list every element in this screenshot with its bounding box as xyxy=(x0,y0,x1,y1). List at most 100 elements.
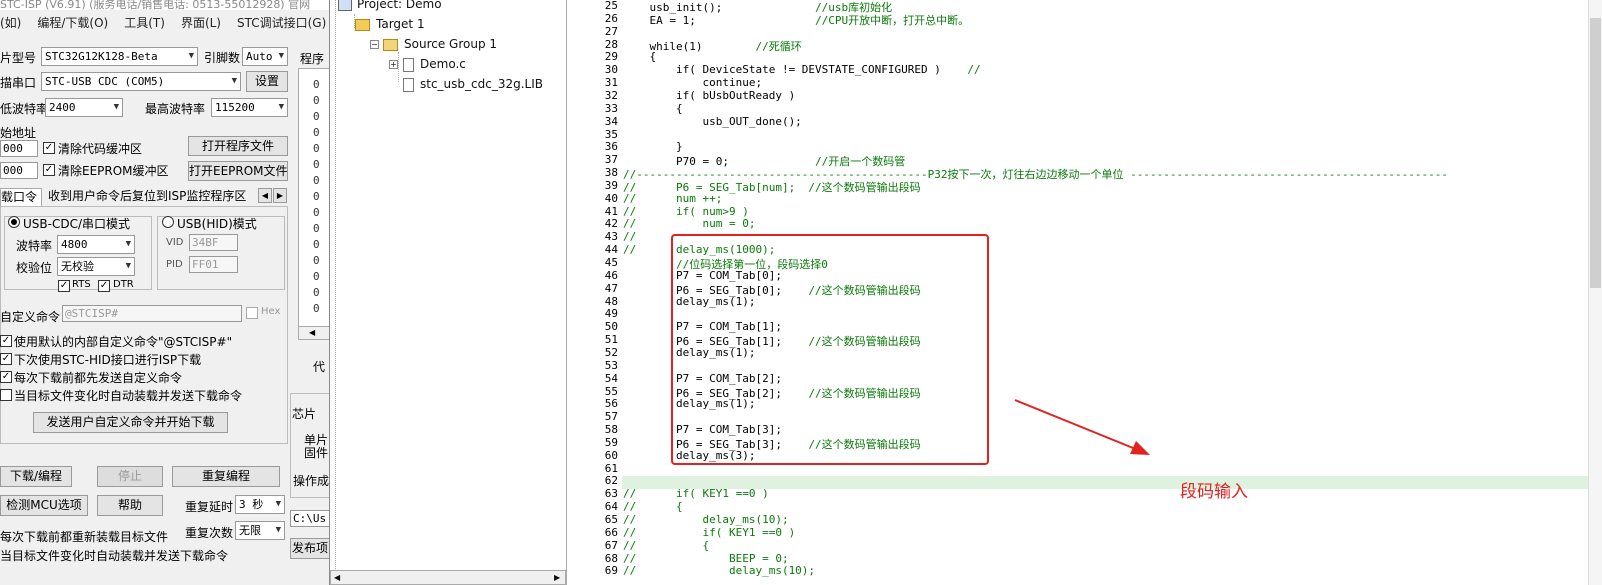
line-number: 36 xyxy=(604,140,618,154)
opt-send-cmd-checkbox[interactable]: ✓ xyxy=(0,371,12,383)
project-icon xyxy=(338,0,352,11)
eeprom-addr-input[interactable]: 000 xyxy=(0,162,38,179)
detect-mcu-button[interactable]: 检测MCU选项 xyxy=(0,495,88,516)
reprogram-button[interactable]: 重复编程 xyxy=(172,466,280,487)
publish-button[interactable]: 发布项 xyxy=(290,538,329,559)
pid-input[interactable]: FF01 xyxy=(189,256,238,273)
open-eeprom-button[interactable]: 打开EEPROM文件 xyxy=(188,161,288,181)
code-text: { xyxy=(623,50,657,64)
line-number: 34 xyxy=(604,114,618,128)
tree-horizontal-scrollbar[interactable] xyxy=(330,570,566,585)
baud-select[interactable]: 4800 ▼ xyxy=(57,235,135,254)
usb-cdc-radio[interactable] xyxy=(8,216,20,228)
min-baud-select[interactable]: 2400 ▼ xyxy=(45,98,123,117)
code-text: if( bUsbOutReady ) xyxy=(623,88,796,102)
max-baud-select[interactable]: 115200 ▼ xyxy=(211,98,288,117)
opt-default-cmd-checkbox[interactable]: ✓ xyxy=(0,335,12,347)
tree-node-demo-c[interactable]: + Demo.c xyxy=(389,57,466,72)
opt-auto-load-checkbox[interactable] xyxy=(0,389,12,401)
code-line: if( bUsbOutReady ) xyxy=(623,89,795,102)
chevron-down-icon: ▼ xyxy=(125,261,131,271)
path-input[interactable]: C:\Us xyxy=(290,510,329,527)
chevron-down-icon: ▼ xyxy=(275,525,281,535)
menu-item-program[interactable]: 编程/下载(O) xyxy=(37,16,108,30)
code-line: { xyxy=(623,102,683,115)
chevron-down-icon: ▼ xyxy=(278,102,284,112)
pins-select[interactable]: Auto ▼ xyxy=(242,47,288,66)
line-number: 33 xyxy=(604,101,618,115)
help-button[interactable]: 帮助 xyxy=(97,495,163,516)
code-line: // { xyxy=(623,539,709,552)
code-text: { xyxy=(623,101,683,115)
line-number: 48 xyxy=(604,294,618,308)
usb-hid-radio[interactable] xyxy=(162,216,174,228)
code-comment: // BEEP = 0; xyxy=(623,551,789,565)
clear-code-checkbox[interactable]: ✓ xyxy=(43,142,55,154)
download-button[interactable]: 下载/编程 xyxy=(0,466,72,487)
open-program-button[interactable]: 打开程序文件 xyxy=(188,136,288,156)
port-select[interactable]: STC-USB CDC (COM5) ▼ xyxy=(41,72,241,91)
line-number: 46 xyxy=(604,268,618,282)
tree-node-lib[interactable]: stc_usb_cdc_32g.LIB xyxy=(403,77,543,92)
file-icon xyxy=(403,77,414,92)
code-comment: // xyxy=(967,63,981,77)
tab-download-cmd[interactable]: 载口令 xyxy=(0,188,42,206)
chip-value: STC32G12K128-Beta xyxy=(45,50,158,63)
code-text: continue; xyxy=(623,76,763,90)
code-addr-input[interactable]: 000 xyxy=(0,140,38,157)
expand-icon[interactable]: + xyxy=(389,60,398,69)
send-cmd-download-button[interactable]: 发送用户自定义命令并开始下载 xyxy=(33,412,228,433)
parity-select[interactable]: 无校验 ▼ xyxy=(57,257,135,276)
tree-node-target[interactable]: Target 1 xyxy=(355,17,425,31)
tree-node-group[interactable]: − Source Group 1 xyxy=(370,37,497,51)
rts-checkbox[interactable]: ✓ xyxy=(58,280,70,292)
scroll-left-icon[interactable]: ◀ xyxy=(298,326,329,340)
opt-default-cmd-label: 使用默认的内部自定义命令"@STCISP#" xyxy=(14,335,233,349)
collapse-icon[interactable]: − xyxy=(370,40,379,49)
menu-item-debug[interactable]: STC调试接口(G) xyxy=(237,16,326,30)
code-comment: //CPU开放中断，打开总中断。 xyxy=(815,13,970,27)
tree-node-project[interactable]: Project: Demo xyxy=(338,0,442,11)
program-tab[interactable]: 程序 xyxy=(300,50,324,67)
code-line: // xyxy=(623,230,636,243)
max-baud-value: 115200 xyxy=(215,101,255,114)
scroll-right-icon[interactable]: ▶ xyxy=(554,570,560,585)
clear-eeprom-label: 清除EEPROM缓冲区 xyxy=(58,164,169,178)
scrollbar-thumb[interactable] xyxy=(1590,18,1601,288)
repeat-count-select[interactable]: 无限 ▼ xyxy=(235,521,285,540)
line-number: 65 xyxy=(604,513,618,526)
chevron-down-icon: ▼ xyxy=(125,239,131,249)
code-comment: // if( KEY1 ==0 ) xyxy=(623,525,796,539)
tab-reset-isp[interactable]: 收到用户命令后复位到ISP监控程序区 xyxy=(48,188,246,204)
tab-scroll-right-icon[interactable]: ▶ xyxy=(273,188,287,203)
dtr-checkbox[interactable]: ✓ xyxy=(98,280,110,292)
current-line-highlight xyxy=(622,476,1602,489)
chip-select[interactable]: STC32G12K128-Beta ▼ xyxy=(41,47,198,66)
stop-button[interactable]: 停止 xyxy=(97,466,163,487)
opt-hid-checkbox[interactable]: ✓ xyxy=(0,353,12,365)
line-number: 30 xyxy=(604,63,618,77)
code-comment: // { xyxy=(623,500,683,514)
line-number: 47 xyxy=(604,281,618,295)
menu-item-interface[interactable]: 界面(L) xyxy=(181,16,221,30)
repeat-delay-select[interactable]: 3 秒 ▼ xyxy=(235,495,285,514)
tab-scroll-left-icon[interactable]: ◀ xyxy=(258,188,272,203)
code-line: // delay_ms(10); xyxy=(623,513,789,526)
auto-send-label: 当目标文件变化时自动装载并发送下载命令 xyxy=(0,549,229,563)
menu-item-tools[interactable]: 工具(T) xyxy=(124,16,165,30)
chip-box-label: 芯片 xyxy=(292,407,317,421)
custom-cmd-input[interactable]: @STCISP# xyxy=(62,305,242,322)
code-text: EA = 1; xyxy=(623,13,816,27)
clear-eeprom-checkbox[interactable]: ✓ xyxy=(43,164,55,176)
chevron-down-icon: ▼ xyxy=(188,51,194,61)
scroll-left-icon[interactable]: ◀ xyxy=(334,570,340,585)
menu-item-partial[interactable]: (如) xyxy=(0,16,21,30)
min-baud-value: 2400 xyxy=(49,101,76,114)
code-comment: // num = 0; xyxy=(623,217,756,231)
code-line: continue; xyxy=(623,76,762,89)
vid-input[interactable]: 34BF xyxy=(189,234,238,251)
hex-checkbox[interactable] xyxy=(246,307,258,319)
line-number: 26 xyxy=(604,11,618,25)
code-comment: // delay_ms(10); xyxy=(623,513,789,526)
settings-button[interactable]: 设置 xyxy=(246,71,288,92)
